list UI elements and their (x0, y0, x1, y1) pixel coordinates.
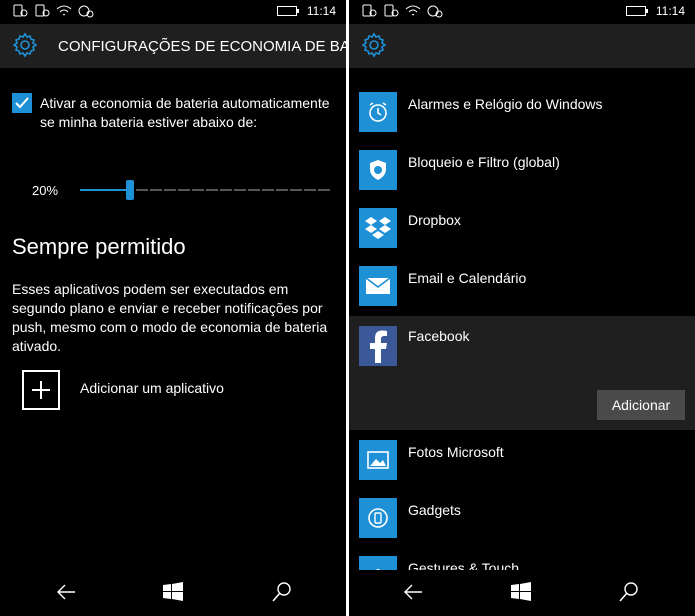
threshold-value-label: 20% (32, 183, 59, 198)
windows-start-icon[interactable] (161, 580, 185, 604)
app-name: Dropbox (408, 212, 461, 228)
sim-icon (34, 4, 50, 18)
battery-saver-settings-screen: 11:14 CONFIGURAÇÕES DE ECONOMIA DE BATE … (0, 0, 346, 616)
screenshot-frame: 11:14 CONFIGURAÇÕES DE ECONOMIA DE BATE … (0, 0, 695, 616)
page-header (349, 24, 695, 68)
notification-icon (361, 4, 377, 18)
status-time: 11:14 (655, 4, 685, 18)
gestures-icon (359, 556, 397, 570)
app-name: Gestures & Touch (408, 560, 520, 570)
add-app-picker-screen: 11:14 Alarmes e Relógio do Windows Bloqu… (349, 0, 695, 616)
status-bar: 11:14 (349, 0, 695, 24)
app-item-lock-filter[interactable]: Bloqueio e Filtro (global) (349, 150, 695, 208)
battery-threshold-slider[interactable] (80, 180, 332, 200)
auto-battery-saver-label: Ativar a economia de bateria automaticam… (40, 95, 330, 130)
app-name: Bloqueio e Filtro (global) (408, 154, 560, 170)
back-icon[interactable] (402, 580, 426, 604)
nav-bar (0, 570, 346, 616)
windows-start-icon[interactable] (509, 580, 533, 604)
search-icon[interactable] (617, 580, 641, 604)
alarm-clock-icon (359, 92, 397, 132)
nav-bar (349, 570, 695, 616)
app-item-photos[interactable]: Fotos Microsoft (349, 440, 695, 498)
app-name: Email e Calendário (408, 270, 527, 286)
app-item-dropbox[interactable]: Dropbox (349, 208, 695, 266)
status-bar: 11:14 (0, 0, 346, 24)
data-icon (78, 4, 94, 18)
notification-icon (12, 4, 28, 18)
add-app-confirm-button[interactable]: Adicionar (597, 390, 685, 420)
wifi-icon (405, 4, 421, 18)
add-app-icon[interactable] (22, 370, 60, 410)
auto-battery-saver-checkbox[interactable] (12, 93, 32, 113)
battery-icon (625, 6, 648, 16)
battery-icon (276, 6, 299, 16)
wifi-icon (56, 4, 72, 18)
page-header: CONFIGURAÇÕES DE ECONOMIA DE BATE (0, 24, 346, 68)
gadgets-icon (359, 498, 397, 538)
dropbox-icon (359, 208, 397, 248)
app-list: Alarmes e Relógio do Windows Bloqueio e … (349, 68, 695, 570)
app-item-facebook[interactable]: Facebook Adicionar (349, 316, 695, 430)
sim-icon (383, 4, 399, 18)
app-item-alarms[interactable]: Alarmes e Relógio do Windows (349, 92, 695, 150)
slider-thumb[interactable] (126, 180, 135, 200)
app-name: Fotos Microsoft (408, 444, 504, 460)
page-title: CONFIGURAÇÕES DE ECONOMIA DE BATE (58, 38, 346, 55)
slider-fill (80, 189, 131, 191)
app-item-gadgets[interactable]: Gadgets (349, 498, 695, 556)
gear-icon (12, 32, 38, 58)
search-icon[interactable] (270, 580, 294, 604)
add-app-button[interactable]: Adicionar um aplicativo (80, 380, 224, 396)
shield-icon (359, 150, 397, 190)
app-name: Facebook (408, 328, 470, 344)
app-item-gestures[interactable]: Gestures & Touch (349, 556, 695, 570)
check-icon (15, 97, 29, 109)
section-title: Sempre permitido (12, 234, 186, 259)
gear-icon (361, 32, 387, 58)
app-name: Gadgets (408, 502, 461, 518)
mail-icon (359, 266, 397, 306)
data-icon (427, 4, 443, 18)
photos-icon (359, 440, 397, 480)
app-name: Alarmes e Relógio do Windows (408, 96, 603, 112)
status-time: 11:14 (306, 4, 336, 18)
back-icon[interactable] (55, 580, 79, 604)
section-description: Esses aplicativos podem ser executados e… (12, 281, 328, 354)
facebook-icon (359, 326, 397, 366)
